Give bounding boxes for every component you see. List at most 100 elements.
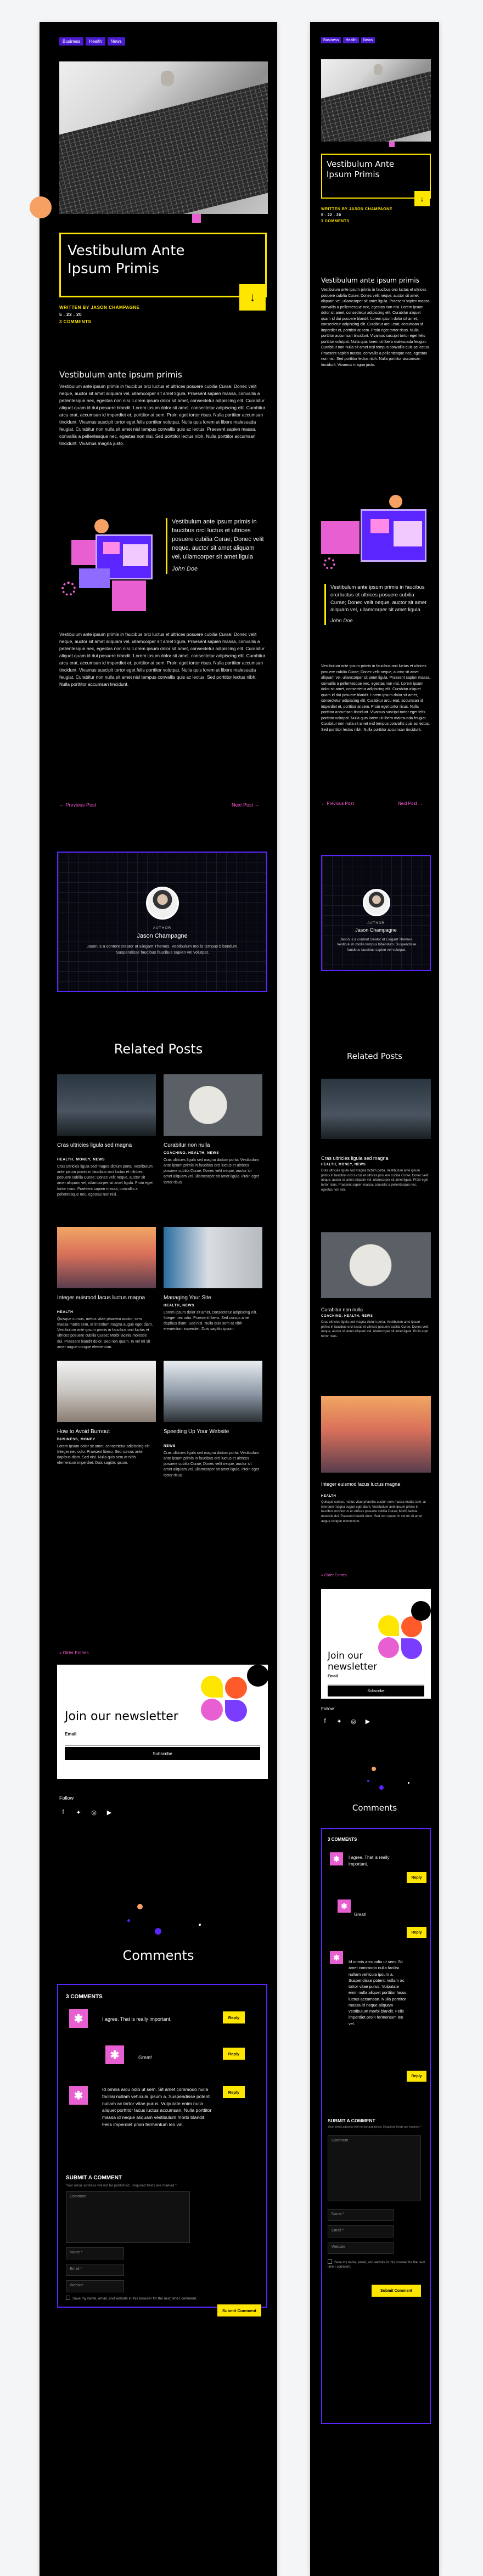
submit-comment-button[interactable]: Submit Comment — [372, 2285, 421, 2297]
comment-count: 3 COMMENTS — [328, 1837, 357, 1842]
related-post-categories[interactable]: HEALTH — [321, 1495, 336, 1498]
reply-button[interactable]: Reply — [407, 1927, 426, 1938]
featured-image — [59, 61, 268, 214]
tag-health[interactable]: Health — [86, 37, 105, 46]
related-post-excerpt: Cras ultricies ligula sed magna dictum p… — [321, 1169, 429, 1192]
youtube-icon[interactable]: ▶ — [105, 1808, 113, 1816]
related-post-card[interactable]: Integer euismod lacus luctus magna HEALT… — [321, 1396, 431, 1523]
asterisk-avatar: ✱ — [69, 2086, 88, 2105]
related-posts-title: Related Posts — [114, 1041, 203, 1057]
email-input[interactable]: Email * — [328, 2225, 394, 2237]
shape-purple — [225, 1700, 247, 1722]
save-info-checkbox[interactable]: Save my name, email, and website in this… — [66, 2296, 242, 2301]
related-post-card[interactable]: Curabitur non nulla COACHING, HEALTH, NE… — [164, 1074, 262, 1217]
prev-post-link[interactable]: ← Previous Post — [59, 802, 96, 808]
related-post-card[interactable]: Managing Your Site HEALTH, NEWS Lorem ip… — [164, 1227, 262, 1359]
save-info-checkbox[interactable]: Save my name, email, and website in this… — [328, 2259, 426, 2270]
name-input[interactable]: Name * — [328, 2209, 394, 2221]
next-post-link[interactable]: Next Post → — [398, 801, 423, 806]
post-author[interactable]: WRITTEN BY JASON CHAMPAGNE — [59, 305, 140, 310]
article-heading: Vestibulum ante ipsum primis — [321, 277, 419, 284]
reply-button[interactable]: Reply — [407, 1872, 426, 1883]
tag-health[interactable]: Health — [343, 37, 359, 43]
related-post-categories[interactable]: HEALTH, MONEY, NEWS — [321, 1163, 366, 1166]
reply-button[interactable]: Reply — [407, 2071, 426, 2082]
website-input[interactable]: Website — [328, 2242, 394, 2254]
tag-business[interactable]: Business — [59, 37, 84, 46]
related-post-card[interactable]: Cras ultricies ligula sed magna HEALTH, … — [57, 1074, 156, 1217]
tag-news[interactable]: News — [361, 37, 375, 43]
youtube-icon[interactable]: ▶ — [364, 1717, 372, 1725]
tag-business[interactable]: Business — [321, 37, 341, 43]
email-input[interactable] — [328, 1680, 424, 1684]
orange-circle-decor — [30, 196, 52, 218]
related-post-categories[interactable]: HEALTH — [57, 1310, 73, 1314]
instagram-icon[interactable]: ◎ — [350, 1717, 357, 1725]
article-intro: Vestibulum ante ipsum primis Vestibulum … — [59, 370, 268, 447]
related-post-title[interactable]: Integer euismod lacus luctus magna — [321, 1481, 429, 1487]
author-name[interactable]: Jason Champagne — [58, 933, 266, 939]
instagram-icon[interactable]: ◎ — [90, 1808, 98, 1816]
tag-news[interactable]: News — [107, 37, 125, 46]
scroll-down-button[interactable]: ↓ — [414, 191, 430, 206]
post-comment-count[interactable]: 3 COMMENTS — [321, 219, 392, 223]
post-author[interactable]: WRITTEN BY JASON CHAMPAGNE — [321, 207, 392, 211]
illus-laptop — [79, 568, 110, 588]
comment-textarea[interactable]: Comment — [66, 2191, 190, 2243]
reply-button[interactable]: Reply — [223, 2086, 245, 2098]
shape-red — [225, 1677, 247, 1699]
reply-button[interactable]: Reply — [223, 2048, 245, 2060]
comment-textarea[interactable]: Comment — [328, 2135, 421, 2201]
next-post-link[interactable]: Next Post → — [232, 802, 260, 808]
name-input[interactable]: Name * — [66, 2247, 124, 2259]
related-post-title[interactable]: Speeding Up Your Website — [164, 1429, 260, 1436]
email-input[interactable]: Email * — [66, 2264, 124, 2276]
related-post-card[interactable]: Cras ultricies ligula sed magna HEALTH, … — [321, 1079, 431, 1192]
comment-text: Id omnis arcu odio ut sem. Sit amet comm… — [102, 2087, 212, 2127]
author-label: AUTHOR — [153, 926, 172, 930]
comments-box: 3 COMMENTS ✱ I agree. That is really imp… — [321, 1828, 431, 2424]
prev-post-link[interactable]: ← Previous Post — [321, 801, 354, 806]
older-entries-link[interactable]: « Older Entries — [321, 1574, 347, 1577]
twitter-icon[interactable]: ✦ — [335, 1717, 343, 1725]
post-thumbnail — [321, 1396, 431, 1473]
related-post-card[interactable]: Curabitur non nulla COACHING, HEALTH, NE… — [321, 1232, 431, 1342]
twitter-icon[interactable]: ✦ — [75, 1808, 82, 1816]
related-post-card[interactable]: Integer euismod lacus luctus magna HEALT… — [57, 1227, 156, 1359]
reply-button[interactable]: Reply — [223, 2011, 245, 2023]
related-post-categories[interactable]: HEALTH, MONEY, NEWS — [57, 1158, 105, 1162]
related-post-categories[interactable]: HEALTH, NEWS — [164, 1304, 194, 1307]
related-post-card[interactable]: Speeding Up Your Website NEWS Cras ultri… — [164, 1361, 262, 1492]
post-thumbnail — [164, 1227, 262, 1288]
older-entries-link[interactable]: « Older Entries — [59, 1650, 88, 1655]
related-post-title[interactable]: Integer euismod lacus luctus magna — [57, 1295, 154, 1302]
decor-dot — [137, 1904, 143, 1909]
related-post-categories[interactable]: COACHING, HEALTH, NEWS — [321, 1315, 373, 1318]
subscribe-button[interactable]: Subscribe — [328, 1686, 424, 1696]
scroll-down-button[interactable]: ↓ — [239, 284, 266, 311]
decor-dot — [367, 1780, 369, 1782]
related-post-excerpt: Quisque cursus, metus vitae pharetra auc… — [57, 1317, 153, 1349]
related-post-title[interactable]: Managing Your Site — [164, 1295, 260, 1302]
subscribe-button[interactable]: Subscribe — [65, 1747, 260, 1760]
related-post-title[interactable]: Curabitur non nulla — [164, 1142, 260, 1149]
related-post-title[interactable]: Cras ultricies ligula sed magna — [57, 1142, 154, 1149]
related-post-title[interactable]: Curabitur non nulla — [321, 1307, 429, 1313]
author-name[interactable]: Jason Champagne — [322, 927, 430, 933]
related-post-categories[interactable]: BUSINESS, MONEY — [57, 1438, 96, 1441]
related-post-title[interactable]: How to Avoid Burnout — [57, 1429, 154, 1436]
facebook-icon[interactable]: f — [321, 1717, 329, 1725]
related-post-excerpt: Cras ultricies ligula sed magna dictum p… — [164, 1451, 259, 1478]
related-post-card[interactable]: How to Avoid Burnout BUSINESS, MONEY Lor… — [57, 1361, 156, 1492]
related-post-categories[interactable]: COACHING, HEALTH, NEWS — [164, 1151, 219, 1155]
email-input[interactable] — [65, 1738, 260, 1746]
related-post-title[interactable]: Cras ultricies ligula sed magna — [321, 1155, 429, 1162]
website-input[interactable]: Website — [66, 2280, 124, 2292]
post-comment-count[interactable]: 3 COMMENTS — [59, 319, 140, 324]
illus-pink-panel — [321, 521, 360, 554]
facebook-icon[interactable]: f — [59, 1808, 67, 1816]
submit-comment-button[interactable]: Submit Comment — [217, 2304, 261, 2316]
related-posts-title: Related Posts — [347, 1051, 402, 1061]
related-post-categories[interactable]: NEWS — [164, 1444, 176, 1448]
article-heading: Vestibulum ante ipsum primis — [59, 370, 182, 380]
